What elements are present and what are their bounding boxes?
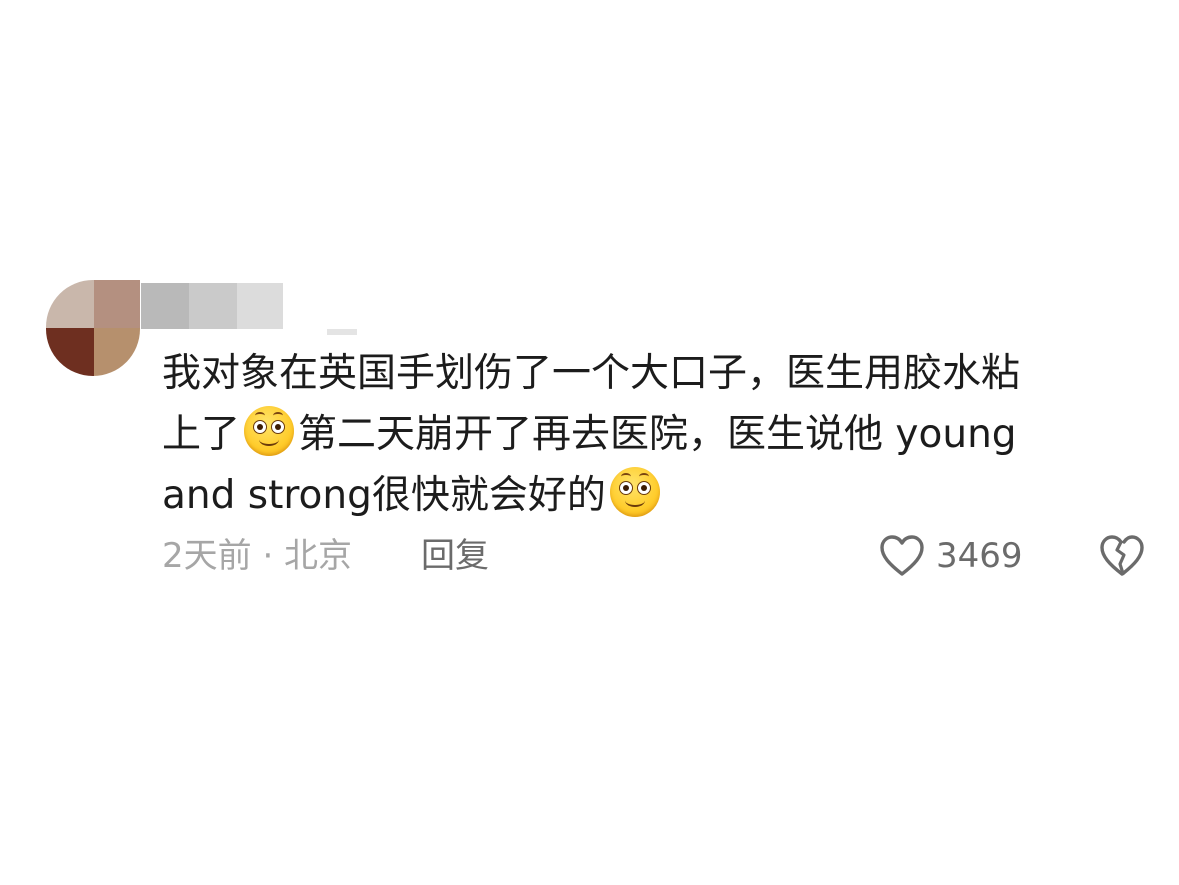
comment-text-part2a: 上了	[162, 412, 241, 457]
comment-item: 我对象在英国手划伤了一个大口子，医生用胶水粘 上了 第二天崩开了再去医院，医生说他 …	[0, 0, 1179, 885]
comment-text-part3: and strong很快就会好的	[162, 473, 606, 518]
avatar-pixel	[94, 328, 140, 376]
comment-text: 我对象在英国手划伤了一个大口子，医生用胶水粘 上了 第二天崩开了再去医院，医生说他 …	[162, 343, 1147, 526]
comment-text-part2b: 第二天崩开了再去医院，医生说他 young	[298, 412, 1017, 457]
avatar-pixel	[94, 280, 140, 328]
username-pixel	[141, 283, 189, 329]
avatar[interactable]	[46, 280, 140, 376]
smiling-face-emoji-icon	[609, 467, 660, 517]
comment-text-line1: 我对象在英国手划伤了一个大口子，医生用胶水粘	[162, 351, 1021, 396]
username-pixel	[237, 283, 283, 329]
username-pixel	[189, 283, 237, 329]
reply-button[interactable]: 回复	[421, 533, 489, 579]
username-pixel	[327, 329, 357, 335]
username-censored[interactable]	[141, 283, 357, 335]
broken-heart-icon[interactable]	[1099, 534, 1145, 578]
avatar-pixel	[46, 328, 94, 376]
heart-outline-icon[interactable]	[879, 534, 925, 578]
avatar-pixel	[46, 280, 94, 328]
comment-meta: 2天前 · 北京	[162, 536, 353, 576]
smiling-face-emoji-icon	[244, 406, 295, 456]
like-count: 3469	[936, 536, 1023, 576]
